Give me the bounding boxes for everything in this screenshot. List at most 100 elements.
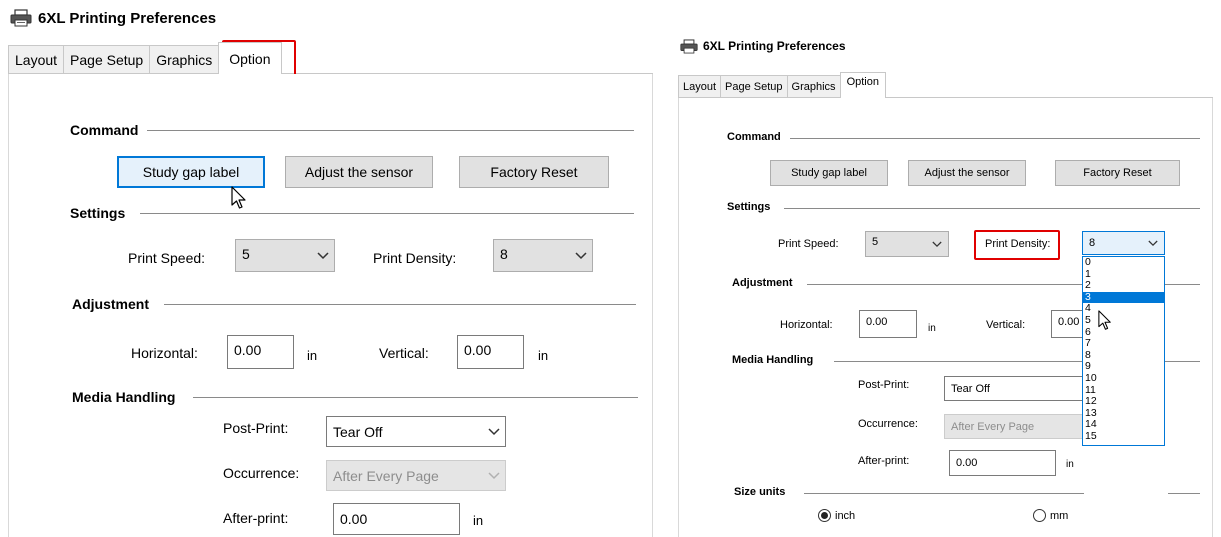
tab-label: Page Setup bbox=[70, 51, 144, 68]
section-adjustment: Adjustment bbox=[732, 277, 793, 289]
chevron-down-icon bbox=[312, 240, 334, 271]
horizontal-input[interactable]: 0.00 bbox=[227, 335, 294, 369]
button-label: Study gap label bbox=[791, 167, 867, 179]
occurrence-select[interactable]: After Every Page bbox=[326, 460, 506, 491]
horizontal-unit: in bbox=[307, 348, 318, 363]
divider bbox=[1168, 493, 1200, 494]
print-density-select[interactable]: 8 bbox=[1082, 231, 1165, 255]
tab-layout[interactable]: Layout bbox=[678, 75, 722, 97]
tab-label: Layout bbox=[683, 80, 717, 93]
tab-option[interactable]: Option bbox=[218, 42, 282, 74]
after-print-input[interactable]: 0.00 bbox=[949, 450, 1056, 476]
dropdown-option[interactable]: 12 bbox=[1083, 396, 1164, 408]
tab-label: Graphics bbox=[791, 80, 836, 93]
printer-icon bbox=[680, 38, 698, 54]
adjust-sensor-button[interactable]: Adjust the sensor bbox=[285, 156, 433, 188]
print-speed-select[interactable]: 5 bbox=[235, 239, 335, 272]
dropdown-option[interactable]: 0 bbox=[1083, 256, 1164, 269]
button-label: Adjust the sensor bbox=[924, 167, 1010, 179]
section-settings: Settings bbox=[70, 205, 126, 221]
dropdown-option[interactable]: 10 bbox=[1083, 372, 1164, 385]
post-print-value: Tear Off bbox=[951, 382, 990, 395]
dropdown-option[interactable]: 6 bbox=[1083, 326, 1164, 339]
print-speed-label: Print Speed: bbox=[128, 250, 206, 266]
radio-circle-checked bbox=[818, 509, 831, 522]
print-speed-select[interactable]: 5 bbox=[865, 231, 949, 257]
after-print-label: After-print: bbox=[858, 455, 910, 467]
vertical-value: 0.00 bbox=[464, 342, 492, 358]
post-print-label: Post-Print: bbox=[858, 379, 910, 391]
print-density-value: 8 bbox=[500, 246, 508, 262]
vertical-input[interactable]: 0.00 bbox=[457, 335, 524, 369]
occurrence-select[interactable]: After Every Page bbox=[944, 414, 1090, 439]
mm-radio[interactable]: mm bbox=[1033, 509, 1068, 522]
occurrence-value: After Every Page bbox=[333, 467, 439, 484]
post-print-select[interactable]: Tear Off bbox=[944, 376, 1090, 401]
horizontal-value: 0.00 bbox=[866, 316, 888, 328]
horizontal-unit: in bbox=[928, 323, 936, 334]
tab-graphics[interactable]: Graphics bbox=[786, 75, 841, 97]
factory-reset-button[interactable]: Factory Reset bbox=[1055, 160, 1180, 186]
factory-reset-button[interactable]: Factory Reset bbox=[459, 156, 609, 188]
vertical-label: Vertical: bbox=[379, 345, 429, 361]
horizontal-value: 0.00 bbox=[234, 342, 262, 358]
inch-radio[interactable]: inch bbox=[818, 509, 855, 522]
tab-label: Option bbox=[846, 76, 879, 88]
tab-page-setup[interactable]: Page Setup bbox=[63, 45, 151, 73]
horizontal-label: Horizontal: bbox=[780, 319, 833, 331]
button-label: Study gap label bbox=[142, 164, 240, 180]
section-size-units: Size units bbox=[734, 486, 786, 498]
vertical-label: Vertical: bbox=[986, 319, 1026, 331]
vertical-value: 0.00 bbox=[1058, 316, 1080, 328]
chevron-down-icon bbox=[926, 232, 948, 256]
adjust-sensor-button[interactable]: Adjust the sensor bbox=[908, 160, 1026, 186]
window-title: 6XL Printing Preferences bbox=[38, 9, 217, 27]
tab-page-setup[interactable]: Page Setup bbox=[720, 75, 788, 97]
mm-label: mm bbox=[1050, 509, 1069, 522]
tab-layout[interactable]: Layout bbox=[8, 45, 65, 73]
after-print-label: After-print: bbox=[223, 510, 289, 526]
occurrence-label: Occurrence: bbox=[858, 418, 918, 430]
after-print-value: 0.00 bbox=[340, 511, 368, 527]
post-print-value: Tear Off bbox=[333, 423, 383, 440]
section-command: Command bbox=[727, 131, 781, 143]
tab-label: Page Setup bbox=[725, 80, 783, 93]
tab-graphics[interactable]: Graphics bbox=[149, 45, 220, 73]
section-adjustment: Adjustment bbox=[72, 296, 149, 312]
chevron-down-icon bbox=[483, 461, 505, 490]
tab-strip: Layout Page Setup Graphics Option bbox=[678, 72, 1213, 98]
print-speed-label: Print Speed: bbox=[778, 238, 839, 250]
print-density-select[interactable]: 8 bbox=[493, 239, 593, 272]
dropdown-option[interactable]: 1 bbox=[1083, 268, 1164, 281]
after-print-input[interactable]: 0.00 bbox=[333, 503, 460, 535]
divider bbox=[804, 493, 1084, 494]
printer-icon bbox=[10, 9, 32, 27]
tab-option[interactable]: Option bbox=[839, 72, 886, 98]
horizontal-input[interactable]: 0.00 bbox=[859, 310, 917, 338]
window-title-bar: 6XL Printing Preferences bbox=[10, 6, 216, 30]
study-gap-label-button[interactable]: Study gap label bbox=[770, 160, 888, 186]
dropdown-option[interactable]: 4 bbox=[1083, 303, 1164, 315]
left-printing-preferences-window: 6XL Printing Preferences Layout Page Set… bbox=[0, 0, 660, 537]
section-settings: Settings bbox=[727, 201, 771, 213]
dropdown-option[interactable]: 2 bbox=[1083, 280, 1164, 292]
after-print-unit: in bbox=[1066, 459, 1074, 470]
button-label: Factory Reset bbox=[490, 164, 578, 180]
dropdown-option[interactable]: 7 bbox=[1083, 338, 1164, 350]
tab-label: Layout bbox=[15, 51, 58, 68]
radio-circle bbox=[1033, 509, 1046, 522]
after-print-unit: in bbox=[473, 513, 484, 528]
vertical-unit: in bbox=[538, 348, 549, 363]
post-print-label: Post-Print: bbox=[223, 420, 289, 436]
print-density-label: Print Density: bbox=[373, 250, 457, 266]
dropdown-option[interactable]: 8 bbox=[1083, 349, 1164, 362]
dropdown-option[interactable]: 5 bbox=[1083, 314, 1164, 327]
section-media-handling: Media Handling bbox=[72, 389, 176, 405]
chevron-down-icon bbox=[1142, 232, 1164, 254]
divider bbox=[140, 213, 634, 214]
mouse-cursor-icon bbox=[231, 186, 247, 215]
post-print-select[interactable]: Tear Off bbox=[326, 416, 506, 447]
study-gap-label-button[interactable]: Study gap label bbox=[117, 156, 265, 188]
dropdown-option-highlighted[interactable]: 3 bbox=[1083, 291, 1164, 304]
dropdown-option[interactable]: 15 bbox=[1083, 430, 1164, 443]
